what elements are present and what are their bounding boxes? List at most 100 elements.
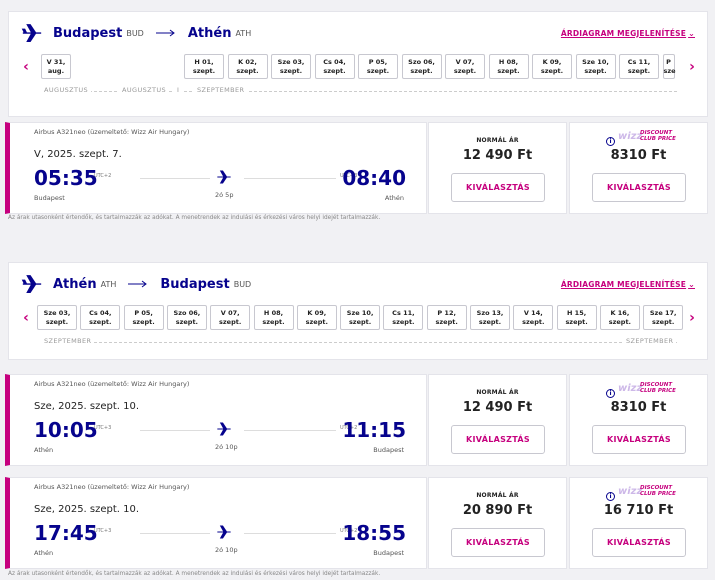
date-option[interactable]: P 12, szept.	[426, 305, 467, 330]
date-selector: ‹ › V 31, aug. H 01, szept. K 02, szept. Sze 0…	[9, 54, 707, 84]
select-normal-button[interactable]: KIVÁLASZTÁS	[451, 425, 545, 454]
normal-price: 12 490 Ft	[462, 400, 533, 415]
arrival-city: Budapest	[373, 446, 404, 454]
normal-price-label: NORMÁL ÁR	[476, 492, 519, 499]
airplane-icon	[21, 275, 42, 293]
normal-price-label: NORMÁL ÁR	[476, 389, 519, 396]
month-label: AUGUSZTUS	[119, 86, 170, 94]
date-option[interactable]: V 07, szept.	[445, 54, 485, 79]
date-option[interactable]: Psze	[662, 54, 676, 79]
date-option[interactable]: Szo 06, szept.	[401, 54, 442, 79]
date-option[interactable]: H 08, szept.	[253, 305, 294, 330]
month-labels: AUGUSZTUS AUGUSZTUS I SZEPTEMBER	[9, 84, 707, 98]
date-option[interactable]: V 14, szept.	[513, 305, 554, 330]
date-option[interactable]: H 08, szept.	[488, 54, 529, 79]
next-dates-button[interactable]: ›	[685, 59, 699, 75]
date-option[interactable]: K 16, szept.	[599, 305, 640, 330]
info-icon[interactable]: i	[606, 389, 615, 398]
flight-duration: 2ó 10p	[215, 546, 238, 554]
price-chart-link[interactable]: ÁRDIAGRAM MEGJELENÍTÉSE ⌄	[561, 29, 695, 38]
to-code: BUD	[233, 279, 252, 289]
price-chart-link[interactable]: ÁRDIAGRAM MEGJELENÍTÉSE ⌄	[561, 280, 695, 289]
select-normal-button[interactable]: KIVÁLASZTÁS	[451, 173, 545, 202]
date-option[interactable]: H 15, szept.	[556, 305, 597, 330]
normal-price: 20 890 Ft	[462, 503, 533, 518]
date-option[interactable]: H 01, szept.	[184, 54, 224, 79]
wizz-logo: wizz	[618, 486, 643, 497]
discount-club-label: DISCOUNT CLUB PRICE	[640, 130, 676, 142]
date-option[interactable]: V 07, szept.	[210, 305, 251, 330]
to-code: ATH	[235, 28, 252, 38]
date-option[interactable]: Cs 11, szept.	[383, 305, 424, 330]
select-discount-button[interactable]: KIVÁLASZTÁS	[592, 528, 686, 557]
month-label: SZEPTEMBER	[41, 337, 95, 345]
date-option[interactable]: Szo 13, szept.	[470, 305, 510, 330]
select-normal-button[interactable]: KIVÁLASZTÁS	[451, 528, 545, 557]
prev-dates-button[interactable]: ‹	[19, 310, 33, 326]
departure-city: Athén	[34, 549, 54, 557]
flight-date: Sze, 2025. szept. 10.	[34, 401, 140, 412]
month-label: AUGUSZTUS	[41, 86, 92, 94]
departure-time: 05:35	[34, 166, 98, 190]
date-option[interactable]: Cs 11, szept.	[619, 54, 659, 79]
departure-utc: UTC+3	[94, 528, 112, 534]
aircraft-label: Airbus A321neo (üzemeltető: Wizz Air Hun…	[34, 128, 190, 136]
flight-info: Airbus A321neo (üzemeltető: Wizz Air Hun…	[5, 477, 427, 569]
discount-club-fare: i wizz DISCOUNT CLUB PRICE 8310 Ft KIVÁLA…	[569, 122, 708, 214]
select-discount-button[interactable]: KIVÁLASZTÁS	[592, 425, 686, 454]
flight-info: Airbus A321neo (üzemeltető: Wizz Air Hun…	[5, 122, 427, 214]
arrow-right-icon	[128, 280, 148, 288]
airplane-icon	[217, 525, 231, 539]
chevron-down-icon: ⌄	[688, 279, 695, 289]
date-option[interactable]: Szo 06, szept.	[166, 305, 207, 330]
date-option[interactable]: Sze 10, szept.	[340, 305, 381, 330]
price-note: Az árak utasonként értendők, és tartalma…	[8, 571, 381, 577]
discount-club-price: 8310 Ft	[610, 400, 667, 415]
wizz-logo: wizz	[618, 131, 643, 142]
date-option[interactable]: Sze 03, szept.	[271, 54, 311, 79]
to-city: Budapest	[160, 276, 230, 292]
date-option[interactable]: K 09, szept.	[532, 54, 572, 79]
discount-club-price: 8310 Ft	[610, 148, 667, 163]
departure-utc: UTC+3	[94, 425, 112, 431]
date-option[interactable]: Sze 03, szept.	[37, 305, 77, 330]
from-code: BUD	[126, 28, 144, 38]
from-city: Athén	[53, 276, 97, 292]
normal-fare: NORMÁL ÁR 12 490 Ft KIVÁLASZTÁS	[428, 122, 567, 214]
normal-price-label: NORMÁL ÁR	[476, 137, 519, 144]
discount-club-label: DISCOUNT CLUB PRICE	[640, 485, 676, 497]
next-dates-button[interactable]: ›	[685, 310, 699, 326]
date-option[interactable]: Cs 04, szept.	[314, 54, 355, 79]
to-city: Athén	[187, 25, 232, 41]
normal-fare: NORMÁL ÁR 12 490 Ft KIVÁLASZTÁS	[428, 374, 567, 466]
prev-dates-button[interactable]: ‹	[19, 59, 33, 75]
select-discount-button[interactable]: KIVÁLASZTÁS	[592, 173, 686, 202]
date-option[interactable]: K 09, szept.	[296, 305, 337, 330]
arrival-city: Budapest	[373, 549, 404, 557]
airplane-icon	[217, 422, 231, 436]
month-label: I	[174, 86, 183, 94]
date-option[interactable]: Sze 10, szept.	[575, 54, 616, 79]
discount-club-fare: i wizz DISCOUNT CLUB PRICE 16 710 Ft KIVÁ…	[569, 477, 708, 569]
airplane-icon	[217, 170, 231, 184]
flight-duration: 2ó 10p	[215, 443, 238, 451]
wizz-logo: wizz	[618, 383, 643, 394]
info-icon[interactable]: i	[606, 137, 615, 146]
flight-card: Airbus A321neo (üzemeltető: Wizz Air Hun…	[0, 122, 715, 216]
discount-club-fare: i wizz DISCOUNT CLUB PRICE 8310 Ft KIVÁLA…	[569, 374, 708, 466]
route-header: Budapest BUD Athén ATH ÁRDIAGRAM MEGJELE…	[9, 12, 707, 54]
date-option[interactable]: P 05, szept.	[123, 305, 164, 330]
date-option[interactable]: Cs 04, szept.	[80, 305, 121, 330]
price-note: Az árak utasonként értendők, és tartalma…	[8, 215, 381, 221]
month-label: SZEPTEMBER	[623, 337, 677, 345]
discount-club-label: DISCOUNT CLUB PRICE	[640, 382, 676, 394]
date-option[interactable]: K 02, szept.	[227, 54, 268, 79]
flight-duration: 2ó 5p	[215, 191, 234, 199]
airplane-icon	[21, 24, 42, 42]
date-option[interactable]: V 31, aug.	[41, 54, 71, 79]
info-icon[interactable]: i	[606, 492, 615, 501]
arrival-time: 11:15	[342, 418, 406, 442]
date-option[interactable]: P 05, szept.	[358, 54, 398, 79]
route-card-outbound: Budapest BUD Athén ATH ÁRDIAGRAM MEGJELE…	[8, 11, 708, 117]
date-option[interactable]: Sze 17, szept.	[643, 305, 684, 330]
